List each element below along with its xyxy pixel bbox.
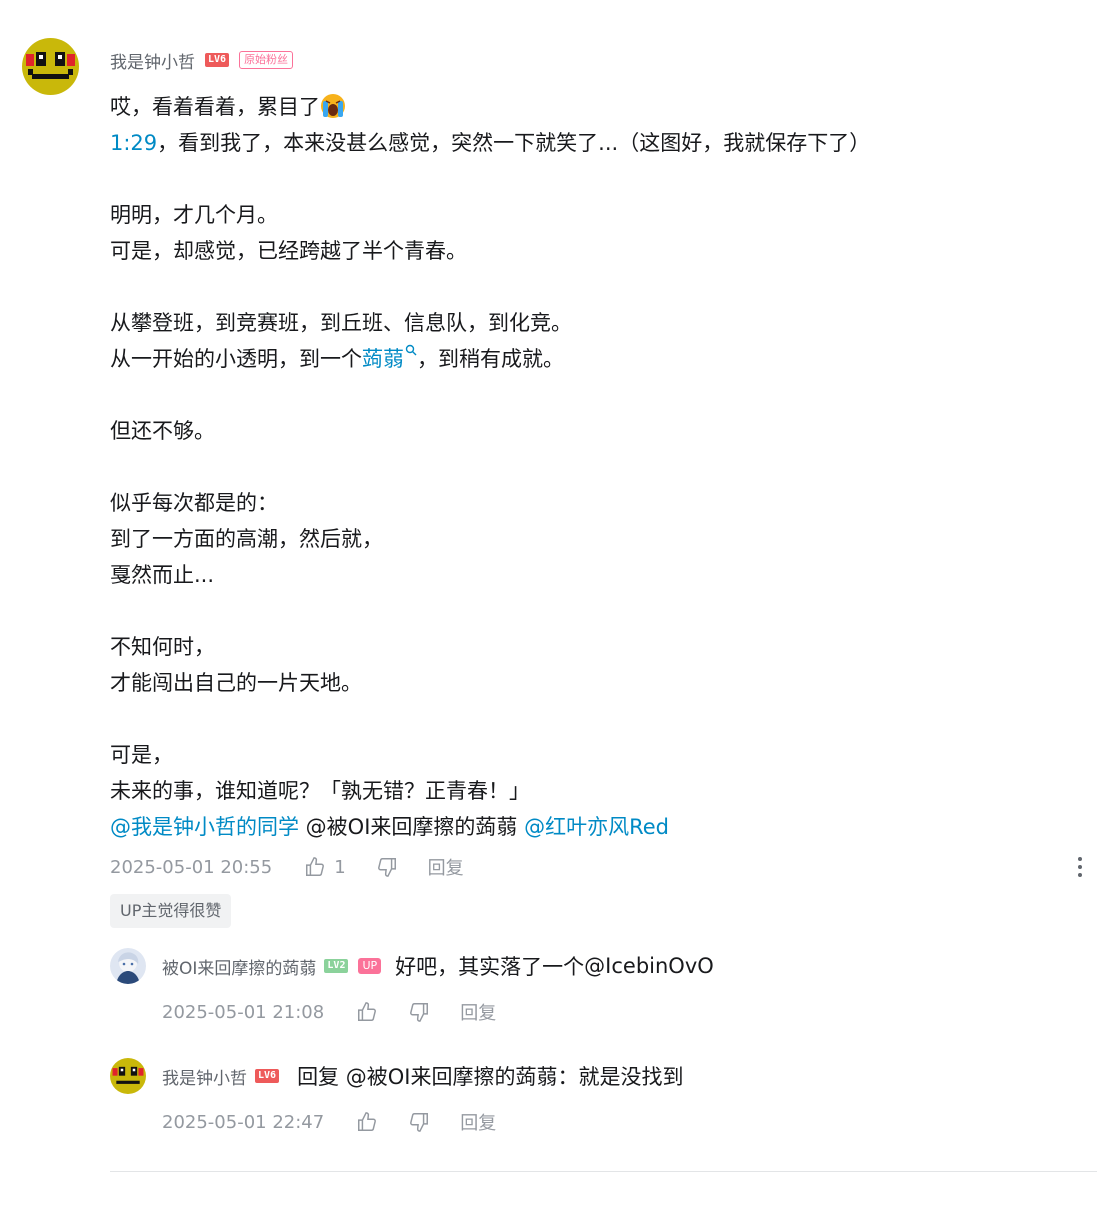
thumbs-down-icon	[410, 1113, 429, 1132]
content-line: 但还不够。	[110, 413, 1070, 449]
content-line: 才能闯出自己的一片天地。	[110, 665, 1070, 701]
content-line: 到了一方面的高潮，然后就，	[110, 521, 1070, 557]
content-text: 不知何时，	[110, 635, 215, 659]
content-line: 哎，看着看着，累目了	[110, 89, 1070, 125]
username[interactable]: 我是钟小哲	[110, 48, 195, 73]
content-line	[110, 161, 1070, 197]
content-line	[110, 593, 1070, 629]
thumbs-up-icon	[306, 857, 325, 876]
dislike-button[interactable]	[376, 856, 398, 878]
thumbs-up-icon	[358, 1002, 377, 1021]
mention-link[interactable]: @IcebinOvO	[584, 954, 714, 978]
reply-button[interactable]: 回复	[460, 1109, 496, 1135]
content-text: 明明，才几个月。	[110, 203, 278, 227]
content-link[interactable]: @红叶亦风Red	[524, 815, 669, 839]
reply-line: 被OI来回摩擦的蒟蒻 LV2 UP 好吧，其实落了一个 @IcebinOvO	[162, 951, 714, 981]
content-line: 未来的事，谁知道呢？「孰无错？正青春！」	[110, 773, 1070, 809]
reply-button[interactable]: 回复	[460, 999, 496, 1025]
content-line: 1:29，看到我了，本来没甚么感觉，突然一下就笑了...（这图好，我就保存下了）	[110, 125, 1070, 161]
user-avatar[interactable]	[22, 38, 79, 95]
content-line: 似乎每次都是的：	[110, 485, 1070, 521]
content-link[interactable]: @我是钟小哲的同学	[110, 815, 299, 839]
level-badge: LV6	[205, 53, 230, 67]
like-button[interactable]	[356, 1111, 378, 1133]
content-text: @被OI来回摩擦的蒟蒻	[299, 815, 525, 839]
content-line: 戛然而止...	[110, 557, 1070, 593]
content-text: 未来的事，谁知道呢？「孰无错？正青春！」	[110, 779, 530, 803]
content-text: 哎，看着看着，累目了	[110, 95, 320, 119]
content-line	[110, 701, 1070, 737]
content-text: 但还不够。	[110, 419, 215, 443]
content-text: 从攀登班，到竞赛班，到丘班、信息队，到化竞。	[110, 311, 572, 335]
content-text: 似乎每次都是的：	[110, 491, 278, 515]
content-line: 从一开始的小透明，到一个蒟蒻 ，到稍有成就。	[110, 341, 1070, 377]
dislike-button[interactable]	[408, 1001, 430, 1023]
content-text: ，看到我了，本来没甚么感觉，突然一下就笑了...（这图好，我就保存下了）	[157, 131, 871, 155]
reply-item: 被OI来回摩擦的蒟蒻 LV2 UP 好吧，其实落了一个 @IcebinOvO 20…	[110, 948, 1090, 1038]
timestamp: 2025-05-01 21:08	[162, 1001, 325, 1023]
content-link[interactable]: 蒟蒻	[362, 347, 404, 371]
reply-username[interactable]: 我是钟小哲	[162, 1064, 247, 1089]
content-text: 才能闯出自己的一片天地。	[110, 671, 362, 695]
like-button[interactable]: 1	[304, 856, 346, 878]
reply-username[interactable]: 被OI来回摩擦的蒟蒻	[162, 954, 316, 979]
content-text: 戛然而止...	[110, 563, 215, 587]
comment-meta: 2025-05-01 20:55 1 回复	[110, 853, 464, 881]
dislike-button[interactable]	[408, 1111, 430, 1133]
more-options-icon[interactable]	[1070, 855, 1090, 879]
comment-header: 我是钟小哲 LV6 原始粉丝	[110, 46, 294, 74]
content-text: ，到稍有成就。	[417, 347, 564, 371]
reply-text: ：就是没找到	[557, 1065, 684, 1089]
comment-content: 哎，看着看着，累目了 1:29，看到我了，本来没甚么感觉，突然一下就笑了...（这…	[110, 89, 1070, 845]
reply-line: 我是钟小哲 LV6 回复 @被OI来回摩擦的蒟蒻 ：就是没找到	[162, 1061, 683, 1091]
reply-item: 我是钟小哲 LV6 回复 @被OI来回摩擦的蒟蒻 ：就是没找到 2025-05-0…	[110, 1058, 1090, 1148]
like-count: 1	[334, 856, 346, 878]
timestamp: 2025-05-01 20:55	[110, 856, 273, 878]
content-link[interactable]: 1:29	[110, 131, 157, 155]
reply-meta: 2025-05-01 22:47 回复	[162, 1108, 496, 1136]
reply-meta: 2025-05-01 21:08 回复	[162, 998, 496, 1026]
mention-link[interactable]: @被OI来回摩擦的蒟蒻	[346, 1061, 558, 1091]
thumbs-down-icon	[410, 1003, 429, 1022]
content-line	[110, 377, 1070, 413]
reply-text: 好吧，其实落了一个	[395, 955, 585, 979]
level-badge: LV6	[255, 1069, 280, 1083]
level-badge: LV2	[324, 959, 349, 973]
content-line: 从攀登班，到竞赛班，到丘班、信息队，到化竞。	[110, 305, 1070, 341]
content-line: @我是钟小哲的同学 @被OI来回摩擦的蒟蒻 @红叶亦风Red	[110, 809, 1070, 845]
content-text: 可是，	[110, 743, 173, 767]
content-text: 从一开始的小透明，到一个	[110, 347, 362, 371]
reply-prefix: 回复	[297, 1065, 346, 1089]
search-icon[interactable]	[405, 344, 417, 356]
up-tag: UP	[358, 958, 382, 974]
reply-avatar[interactable]	[110, 948, 146, 984]
content-line: 可是，	[110, 737, 1070, 773]
crying-emoji-icon	[321, 94, 345, 118]
reply-button[interactable]: 回复	[428, 854, 464, 880]
thumbs-down-icon	[377, 858, 396, 877]
reply-avatar[interactable]	[110, 1058, 146, 1094]
thumbs-up-icon	[358, 1112, 377, 1131]
content-line: 可是，却感觉，已经跨越了半个青春。	[110, 233, 1070, 269]
content-text: 到了一方面的高潮，然后就，	[110, 527, 383, 551]
like-button[interactable]	[356, 1001, 378, 1023]
timestamp: 2025-05-01 22:47	[162, 1111, 325, 1133]
divider	[110, 1171, 1097, 1172]
content-line: 不知何时，	[110, 629, 1070, 665]
content-text: 可是，却感觉，已经跨越了半个青春。	[110, 239, 467, 263]
content-line	[110, 449, 1070, 485]
content-line: 明明，才几个月。	[110, 197, 1070, 233]
up-liked-tag: UP主觉得很赞	[110, 894, 232, 928]
content-line	[110, 269, 1070, 305]
fan-badge[interactable]: 原始粉丝	[239, 51, 294, 69]
